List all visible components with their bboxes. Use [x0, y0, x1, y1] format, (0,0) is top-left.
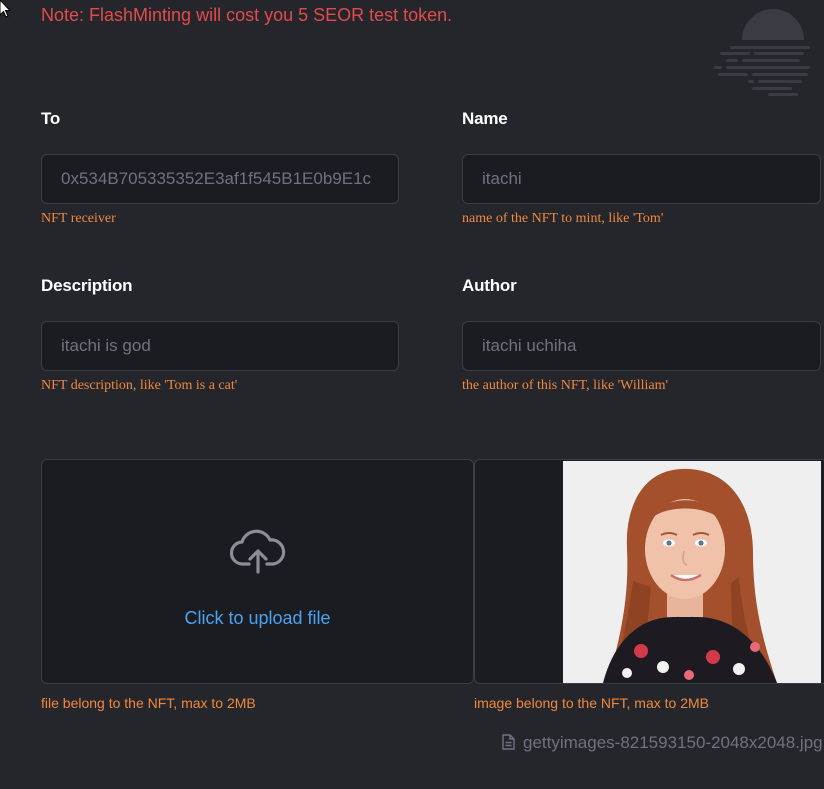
mouse-cursor-icon	[0, 0, 12, 18]
name-label: Name	[462, 109, 508, 128]
author-label: Author	[462, 276, 517, 295]
description-input[interactable]: itachi is god	[41, 321, 399, 371]
upload-link[interactable]: Click to upload file	[42, 608, 473, 629]
to-input[interactable]: 0x534B705335352E3af1f545B1E0b9E1c	[41, 154, 399, 204]
name-help: name of the NFT to mint, like 'Tom'	[462, 211, 664, 226]
description-help: NFT description, like 'Tom is a cat'	[41, 378, 238, 393]
portrait-photo	[563, 461, 821, 683]
to-help: NFT receiver	[41, 211, 116, 226]
file-upload-dropzone[interactable]: Click to upload file	[41, 459, 474, 684]
cost-note: Note: FlashMinting will cost you 5 SEOR …	[41, 5, 453, 25]
name-input[interactable]: itachi	[462, 154, 821, 204]
logo-icon	[714, 9, 810, 96]
image-help: image belong to the NFT, max to 2MB	[474, 695, 709, 711]
uploaded-file-item[interactable]: gettyimages-821593150-2048x2048.jpg	[501, 733, 823, 753]
uploaded-file-name: gettyimages-821593150-2048x2048.jpg	[523, 733, 823, 752]
upload-help: file belong to the NFT, max to 2MB	[41, 695, 256, 711]
file-icon	[502, 734, 515, 750]
to-label: To	[41, 109, 61, 128]
author-input[interactable]: itachi uchiha	[462, 321, 821, 371]
author-help: the author of this NFT, like 'William'	[462, 378, 669, 393]
cloud-upload-icon	[230, 529, 286, 574]
image-preview[interactable]	[474, 459, 824, 684]
description-label: Description	[41, 276, 133, 295]
